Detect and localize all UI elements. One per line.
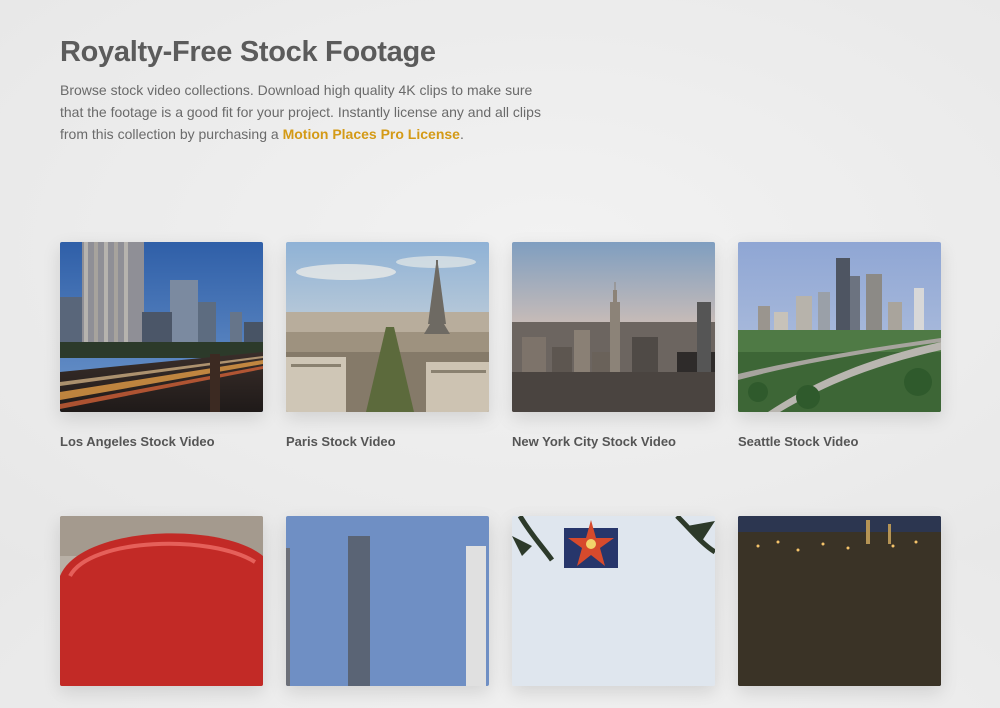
collection-title[interactable]: Paris Stock Video	[286, 434, 489, 449]
collection-card-8[interactable]	[738, 516, 941, 708]
palm-trees-thumbnail[interactable]	[512, 516, 715, 686]
collection-card-5[interactable]	[60, 516, 263, 708]
description-end: .	[459, 126, 464, 142]
paris-thumbnail[interactable]	[286, 242, 489, 412]
collection-title[interactable]: Los Angeles Stock Video	[60, 434, 263, 449]
collection-title[interactable]: New York City Stock Video	[512, 434, 715, 449]
collection-card-seattle[interactable]: Seattle Stock Video	[738, 242, 941, 449]
collection-card-los-angeles[interactable]: Los Angeles Stock Video	[60, 242, 263, 449]
page-description: Browse stock video collections. Download…	[60, 79, 550, 145]
night-city-thumbnail[interactable]	[738, 516, 941, 686]
skyline-thumbnail[interactable]	[286, 516, 489, 686]
seattle-thumbnail[interactable]	[738, 242, 941, 412]
page-title: Royalty-Free Stock Footage	[60, 36, 436, 68]
los-angeles-thumbnail[interactable]	[60, 242, 263, 412]
red-arch-thumbnail[interactable]	[60, 516, 263, 686]
collection-title[interactable]: Seattle Stock Video	[738, 434, 941, 449]
collection-card-7[interactable]	[512, 516, 715, 708]
collection-card-new-york[interactable]: New York City Stock Video	[512, 242, 715, 449]
new-york-thumbnail[interactable]	[512, 242, 715, 412]
hero-section: Royalty-Free Stock Footage Browse stock …	[60, 36, 560, 145]
collection-card-paris[interactable]: Paris Stock Video	[286, 242, 489, 449]
pro-license-link[interactable]: Motion Places Pro License	[283, 126, 460, 142]
collection-card-6[interactable]	[286, 516, 489, 708]
